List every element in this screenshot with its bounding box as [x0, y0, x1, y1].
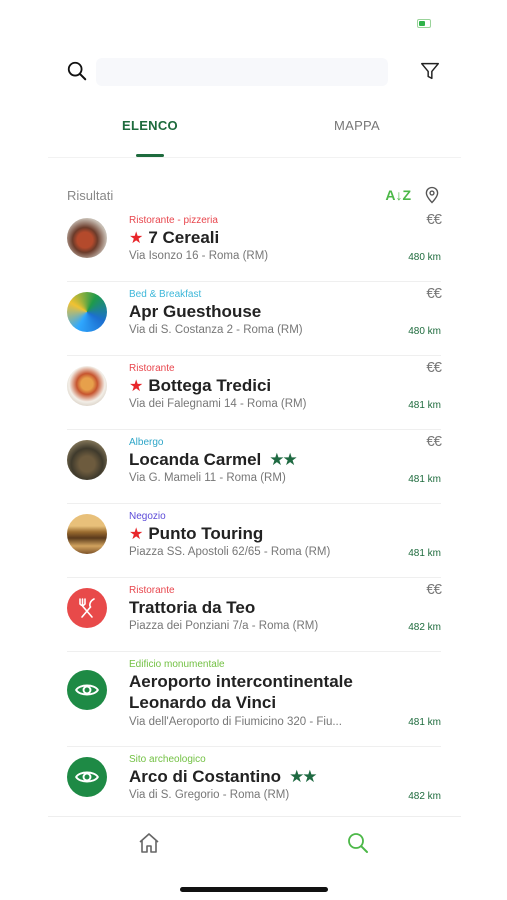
app-screen: ELENCO MAPPA Risultati A↓Z Ristorante - …	[48, 0, 461, 900]
item-price: €€	[426, 211, 442, 228]
item-price: €€	[426, 285, 442, 302]
item-category: Ristorante	[129, 585, 175, 596]
item-price: €€	[426, 359, 442, 376]
active-tab-indicator	[136, 154, 164, 157]
list-item[interactable]: Negozio ★ Punto Touring Piazza SS. Aposto…	[67, 504, 441, 578]
filter-icon[interactable]	[419, 60, 441, 82]
item-address: Via di S. Costanza 2 - Roma (RM)	[129, 324, 303, 336]
item-price: €€	[426, 581, 442, 598]
list-item[interactable]: Sito archeologico Arco di Costantino ★★ V…	[67, 747, 441, 821]
fork-knife-icon	[79, 598, 95, 618]
search-bar	[48, 54, 461, 90]
item-title: Trattoria da Teo	[129, 598, 256, 617]
sight-placeholder	[67, 670, 107, 710]
eye-icon	[75, 771, 99, 783]
item-title: Aeroporto intercontinentale	[129, 672, 353, 691]
item-category: Albergo	[129, 437, 164, 448]
home-icon[interactable]	[137, 831, 161, 855]
item-thumbnail	[67, 440, 107, 480]
list-item[interactable]: Albergo Locanda Carmel ★★ Via G. Mameli 1…	[67, 430, 442, 504]
list-item[interactable]: Ristorante - pizzeria ★ 7 Cereali Via Iso…	[67, 208, 442, 282]
list-item[interactable]: Ristorante Trattoria da Teo Piazza dei P…	[67, 578, 442, 652]
red-star-icon: ★	[129, 230, 144, 247]
item-address: Via Isonzo 16 - Roma (RM)	[129, 250, 269, 262]
list-item[interactable]: Bed & Breakfast Apr Guesthouse Via di S.…	[67, 282, 442, 356]
item-distance: 481 km	[408, 400, 441, 411]
item-thumbnail	[67, 366, 107, 406]
item-distance: 482 km	[408, 622, 441, 633]
item-title: Apr Guesthouse	[129, 302, 262, 321]
item-address: Piazza dei Ponziani 7/a - Roma (RM)	[129, 620, 319, 632]
item-category: Negozio	[129, 511, 166, 522]
item-title: ★ Punto Touring	[129, 524, 264, 543]
results-header: Risultati A↓Z	[48, 184, 461, 208]
item-title: ★ Bottega Tredici	[129, 376, 272, 395]
item-category: Bed & Breakfast	[129, 289, 202, 300]
item-distance: 481 km	[408, 548, 441, 559]
item-price: €€	[426, 433, 442, 450]
item-thumbnail	[67, 218, 107, 258]
results-label: Risultati	[67, 188, 114, 203]
item-thumbnail	[67, 514, 107, 554]
bottom-navigation	[48, 816, 461, 900]
home-indicator	[180, 887, 328, 892]
item-distance: 480 km	[408, 252, 441, 263]
item-category: Ristorante - pizzeria	[129, 215, 218, 226]
location-pin-icon[interactable]	[423, 185, 441, 205]
eye-icon	[75, 684, 99, 696]
item-distance: 480 km	[408, 326, 441, 337]
red-star-icon: ★	[129, 378, 144, 395]
item-category: Ristorante	[129, 363, 175, 374]
item-address: Via G. Mameli 11 - Roma (RM)	[129, 472, 286, 484]
green-stars-rating: ★★	[269, 450, 298, 469]
tab-mappa[interactable]: MAPPA	[297, 118, 417, 133]
item-title-line-2: Leonardo da Vinci	[129, 693, 277, 712]
search-icon[interactable]	[66, 60, 88, 82]
sort-az-button[interactable]: A↓Z	[385, 187, 411, 203]
status-bar	[48, 0, 461, 44]
battery-icon	[417, 19, 431, 28]
item-category: Edificio monumentale	[129, 659, 225, 670]
item-title: Locanda Carmel ★★	[129, 450, 298, 469]
item-address: Via dell'Aeroporto di Fiumicino 320 - Fi…	[129, 716, 342, 728]
item-category: Sito archeologico	[129, 754, 206, 765]
item-address: Via di S. Gregorio - Roma (RM)	[129, 789, 290, 801]
item-distance: 481 km	[408, 474, 441, 485]
list-item[interactable]: Edificio monumentale Aeroporto intercont…	[67, 652, 441, 747]
green-stars-rating: ★★	[289, 767, 318, 786]
search-tab-icon[interactable]	[346, 831, 370, 855]
sight-placeholder	[67, 757, 107, 797]
item-distance: 482 km	[408, 791, 441, 802]
item-title: Arco di Costantino ★★	[129, 767, 318, 786]
list-item[interactable]: Ristorante ★ Bottega Tredici Via dei Fale…	[67, 356, 442, 430]
item-title: ★ 7 Cereali	[129, 228, 220, 247]
red-star-icon: ★	[129, 526, 144, 543]
restaurant-placeholder	[67, 588, 107, 628]
item-address: Via dei Falegnami 14 - Roma (RM)	[129, 398, 307, 410]
item-address: Piazza SS. Apostoli 62/65 - Roma (RM)	[129, 546, 331, 558]
item-thumbnail	[67, 292, 107, 332]
view-tabs: ELENCO MAPPA	[48, 100, 461, 158]
search-input[interactable]	[96, 58, 388, 86]
item-distance: 481 km	[408, 717, 441, 728]
results-list: Ristorante - pizzeria ★ 7 Cereali Via Iso…	[48, 208, 461, 821]
tab-elenco[interactable]: ELENCO	[90, 118, 210, 133]
